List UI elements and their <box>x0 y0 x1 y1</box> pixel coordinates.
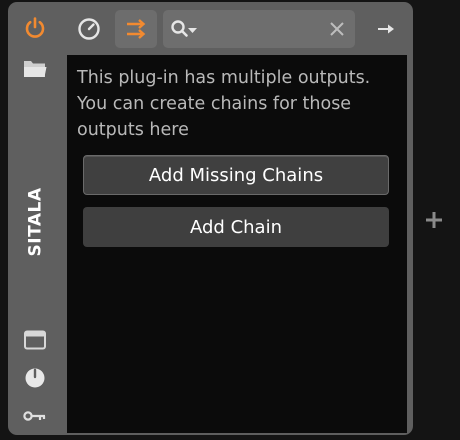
add-chain-button[interactable]: Add Chain <box>83 207 389 247</box>
exit-device-button[interactable] <box>370 10 402 48</box>
device-parameters-button[interactable] <box>70 10 108 48</box>
device-left-strip: SITALA <box>8 2 62 435</box>
dial-icon <box>78 18 100 40</box>
knob-icon <box>25 368 45 388</box>
search-box <box>163 10 355 48</box>
outputs-chains-button[interactable] <box>115 10 157 48</box>
device-name-label[interactable]: SITALA <box>14 162 56 282</box>
window-icon <box>24 330 46 350</box>
plus-icon <box>426 212 442 228</box>
show-plugin-window-button[interactable] <box>19 324 51 356</box>
add-missing-chains-button[interactable]: Add Missing Chains <box>83 155 389 195</box>
clear-icon[interactable] <box>329 21 345 37</box>
search-input[interactable] <box>201 18 316 40</box>
add-device-button[interactable] <box>422 208 446 232</box>
preset-browser-button[interactable] <box>19 53 51 85</box>
outputs-routing-icon <box>127 19 146 39</box>
device-name-text: SITALA <box>25 187 45 257</box>
search-icon[interactable] <box>170 19 200 39</box>
multiple-outputs-message: This plug-in has multiple outputs. You c… <box>77 68 371 140</box>
modulators-button[interactable] <box>19 362 51 394</box>
arrow-right-icon <box>378 24 394 34</box>
output-chains-panel: This plug-in has multiple outputs. You c… <box>67 55 407 433</box>
remote-controls-button[interactable] <box>19 400 51 432</box>
device-container: SITALA This plug-in has multiple outputs… <box>8 2 413 435</box>
key-icon <box>23 411 46 421</box>
power-button[interactable] <box>19 12 51 44</box>
power-icon <box>25 17 45 38</box>
folder-icon <box>24 61 47 77</box>
